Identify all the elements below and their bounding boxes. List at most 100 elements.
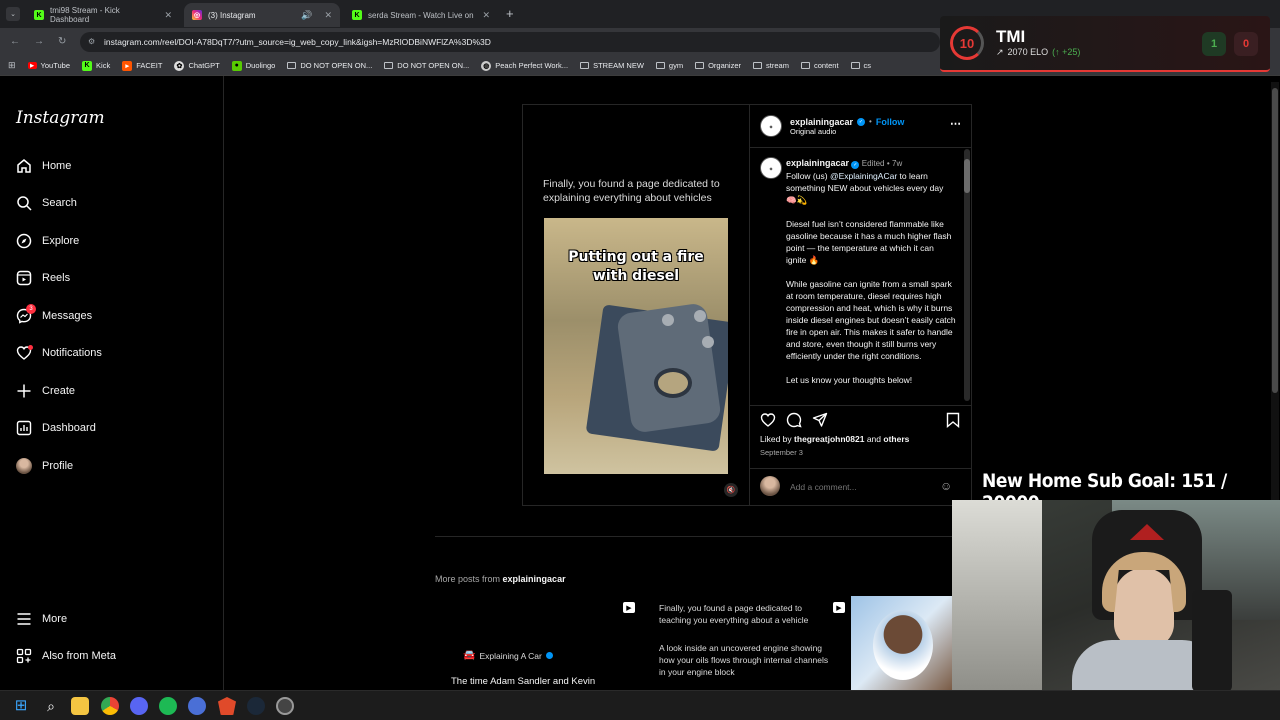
video-frame[interactable]: Putting out a fire with diesel: [544, 218, 728, 474]
messenger-icon: 3: [16, 304, 36, 324]
sidebar-item-more[interactable]: More: [16, 609, 67, 629]
close-tab-icon[interactable]: ✕: [324, 10, 332, 21]
caption-author-avatar[interactable]: ◈: [760, 157, 782, 179]
author-avatar[interactable]: ◈: [760, 115, 782, 137]
chrome-icon[interactable]: [101, 697, 119, 715]
follow-button[interactable]: Follow: [876, 117, 905, 127]
save-icon[interactable]: [946, 412, 960, 433]
instagram-logo[interactable]: Instagram: [16, 108, 105, 128]
author-username[interactable]: explainingacar: [790, 117, 853, 127]
compass-icon: [16, 233, 32, 249]
share-icon[interactable]: [812, 412, 828, 433]
post-caption: explainingacar ✓ Edited • 7w Follow (us)…: [786, 157, 956, 403]
sidebar-item-label: Dashboard: [42, 422, 96, 434]
emoji-icon[interactable]: ☺: [940, 479, 952, 493]
sidebar-item-notifications[interactable]: Notifications: [16, 343, 102, 363]
bracket-hole: [654, 368, 692, 398]
sidebar-item-meta[interactable]: Also from Meta: [16, 646, 116, 666]
close-tab-icon[interactable]: ✕: [164, 10, 172, 21]
more-options-icon[interactable]: ⋯: [950, 117, 961, 130]
more-post-tile[interactable]: [851, 596, 952, 690]
file-explorer-icon[interactable]: [71, 697, 89, 715]
sidebar-item-profile[interactable]: Profile: [16, 456, 73, 476]
level-badge: 10: [950, 26, 984, 60]
caption-mention[interactable]: @ExplainingACar: [830, 171, 897, 181]
sidebar-item-reels[interactable]: Reels: [16, 268, 70, 288]
video-caption: Finally, you found a page dedicated to e…: [543, 178, 720, 204]
bookmark-label: FACEIT: [136, 61, 163, 70]
url-input[interactable]: ⚙ instagram.com/reel/DOI-A78DqT7/?utm_so…: [80, 32, 940, 52]
post-details: ◈ explainingacar ✓ • Follow Original aud…: [749, 105, 972, 505]
duolingo-icon: ●: [231, 60, 242, 71]
bookmark-folder[interactable]: stream: [753, 61, 789, 70]
close-tab-icon[interactable]: ✕: [482, 10, 490, 21]
sidebar-item-explore[interactable]: Explore: [16, 231, 79, 251]
sidebar-item-home[interactable]: Home: [16, 156, 71, 176]
original-audio-link[interactable]: Original audio: [790, 127, 904, 136]
bookmark-folder[interactable]: Organizer: [695, 61, 741, 70]
tab-kick-dashboard[interactable]: K tmi98 Stream - Kick Dashboard ✕: [26, 3, 180, 27]
bookmark-folder[interactable]: DO NOT OPEN ON...: [287, 61, 372, 70]
back-icon[interactable]: ←: [10, 36, 20, 47]
comment-input[interactable]: [790, 480, 940, 494]
sidebar-item-messages[interactable]: 3 Messages: [16, 304, 92, 326]
site-info-icon[interactable]: ⚙: [88, 37, 95, 46]
windows-start-icon[interactable]: ⊞: [12, 697, 30, 715]
search-icon: [16, 195, 32, 211]
sidebar-item-create[interactable]: Create: [16, 381, 75, 401]
youtube-icon: ▶: [27, 62, 37, 69]
comment-icon[interactable]: [786, 412, 802, 433]
tab-title: serda Stream - Watch Live on Kick: [368, 10, 476, 20]
bookmark-folder[interactable]: gym: [655, 61, 683, 70]
liked-others[interactable]: others: [883, 434, 909, 444]
bookmark-youtube[interactable]: ▶ YouTube: [27, 61, 70, 70]
like-icon[interactable]: [760, 412, 776, 433]
spotify-icon[interactable]: [159, 697, 177, 715]
caption-scrollbar[interactable]: [964, 149, 970, 401]
sidebar-item-search[interactable]: Search: [16, 193, 77, 213]
mute-icon[interactable]: 🔇: [724, 483, 738, 497]
verified-icon: ✓: [851, 161, 860, 169]
more-post-tile[interactable]: 🚘 Explaining A Car The time Adam Sandler…: [435, 596, 638, 690]
trend-icon: ↗: [996, 47, 1004, 57]
obs-icon[interactable]: [276, 697, 294, 715]
caption-paragraph: While gasoline can ignite from a small s…: [786, 279, 956, 361]
more-posts-label: More posts from: [435, 574, 501, 584]
tab-instagram[interactable]: ◎ (3) Instagram 🔊 ✕: [184, 3, 340, 27]
bookmark-faceit[interactable]: ▸ FACEIT: [122, 60, 163, 71]
elo-change: (↑ +25): [1052, 47, 1081, 57]
bookmark-folder[interactable]: content: [800, 61, 839, 70]
bookmark-peach[interactable]: ◍ Peach Perfect Work...: [481, 60, 569, 71]
more-post-tile[interactable]: Finally, you found a page dedicated to t…: [645, 596, 848, 690]
app-icon[interactable]: [188, 697, 206, 715]
forward-icon[interactable]: →: [34, 36, 44, 47]
folder-icon: [800, 62, 810, 69]
liked-user[interactable]: thegreatjohn0821: [794, 434, 864, 444]
brave-icon[interactable]: [218, 697, 236, 715]
apps-icon[interactable]: ⊞: [8, 60, 16, 71]
reel-video[interactable]: Finally, you found a page dedicated to e…: [523, 105, 749, 505]
bookmark-label: content: [813, 61, 839, 70]
more-posts-user[interactable]: explainingacar: [503, 574, 566, 584]
speaker-icon[interactable]: 🔊: [301, 10, 312, 21]
discord-icon[interactable]: [130, 697, 148, 715]
bookmark-folder[interactable]: DO NOT OPEN ON...: [384, 61, 469, 70]
new-tab-button[interactable]: +: [506, 6, 514, 21]
tab-search-icon[interactable]: ⌄: [6, 7, 20, 21]
tab-serda-stream[interactable]: K serda Stream - Watch Live on Kick ✕: [344, 3, 498, 27]
folder-icon: [287, 62, 297, 69]
caption-author[interactable]: explainingacar: [786, 158, 849, 168]
scrollbar-thumb[interactable]: [1272, 88, 1278, 393]
search-icon[interactable]: ⌕: [42, 697, 60, 715]
bookmark-chatgpt[interactable]: ✿ ChatGPT: [174, 60, 220, 71]
bookmark-kick[interactable]: K Kick: [82, 60, 110, 71]
tile-brand-label: Explaining A Car: [479, 650, 542, 661]
folder-icon: [850, 62, 860, 69]
sidebar-item-dashboard[interactable]: Dashboard: [16, 418, 96, 438]
bookmark-folder[interactable]: cs: [850, 61, 871, 70]
reload-icon[interactable]: ↻: [58, 36, 66, 47]
bookmark-label: Peach Perfect Work...: [495, 61, 569, 70]
steam-icon[interactable]: [247, 697, 265, 715]
bookmark-duolingo[interactable]: ● Duolingo: [231, 60, 275, 71]
bookmark-folder[interactable]: STREAM NEW: [580, 61, 644, 70]
